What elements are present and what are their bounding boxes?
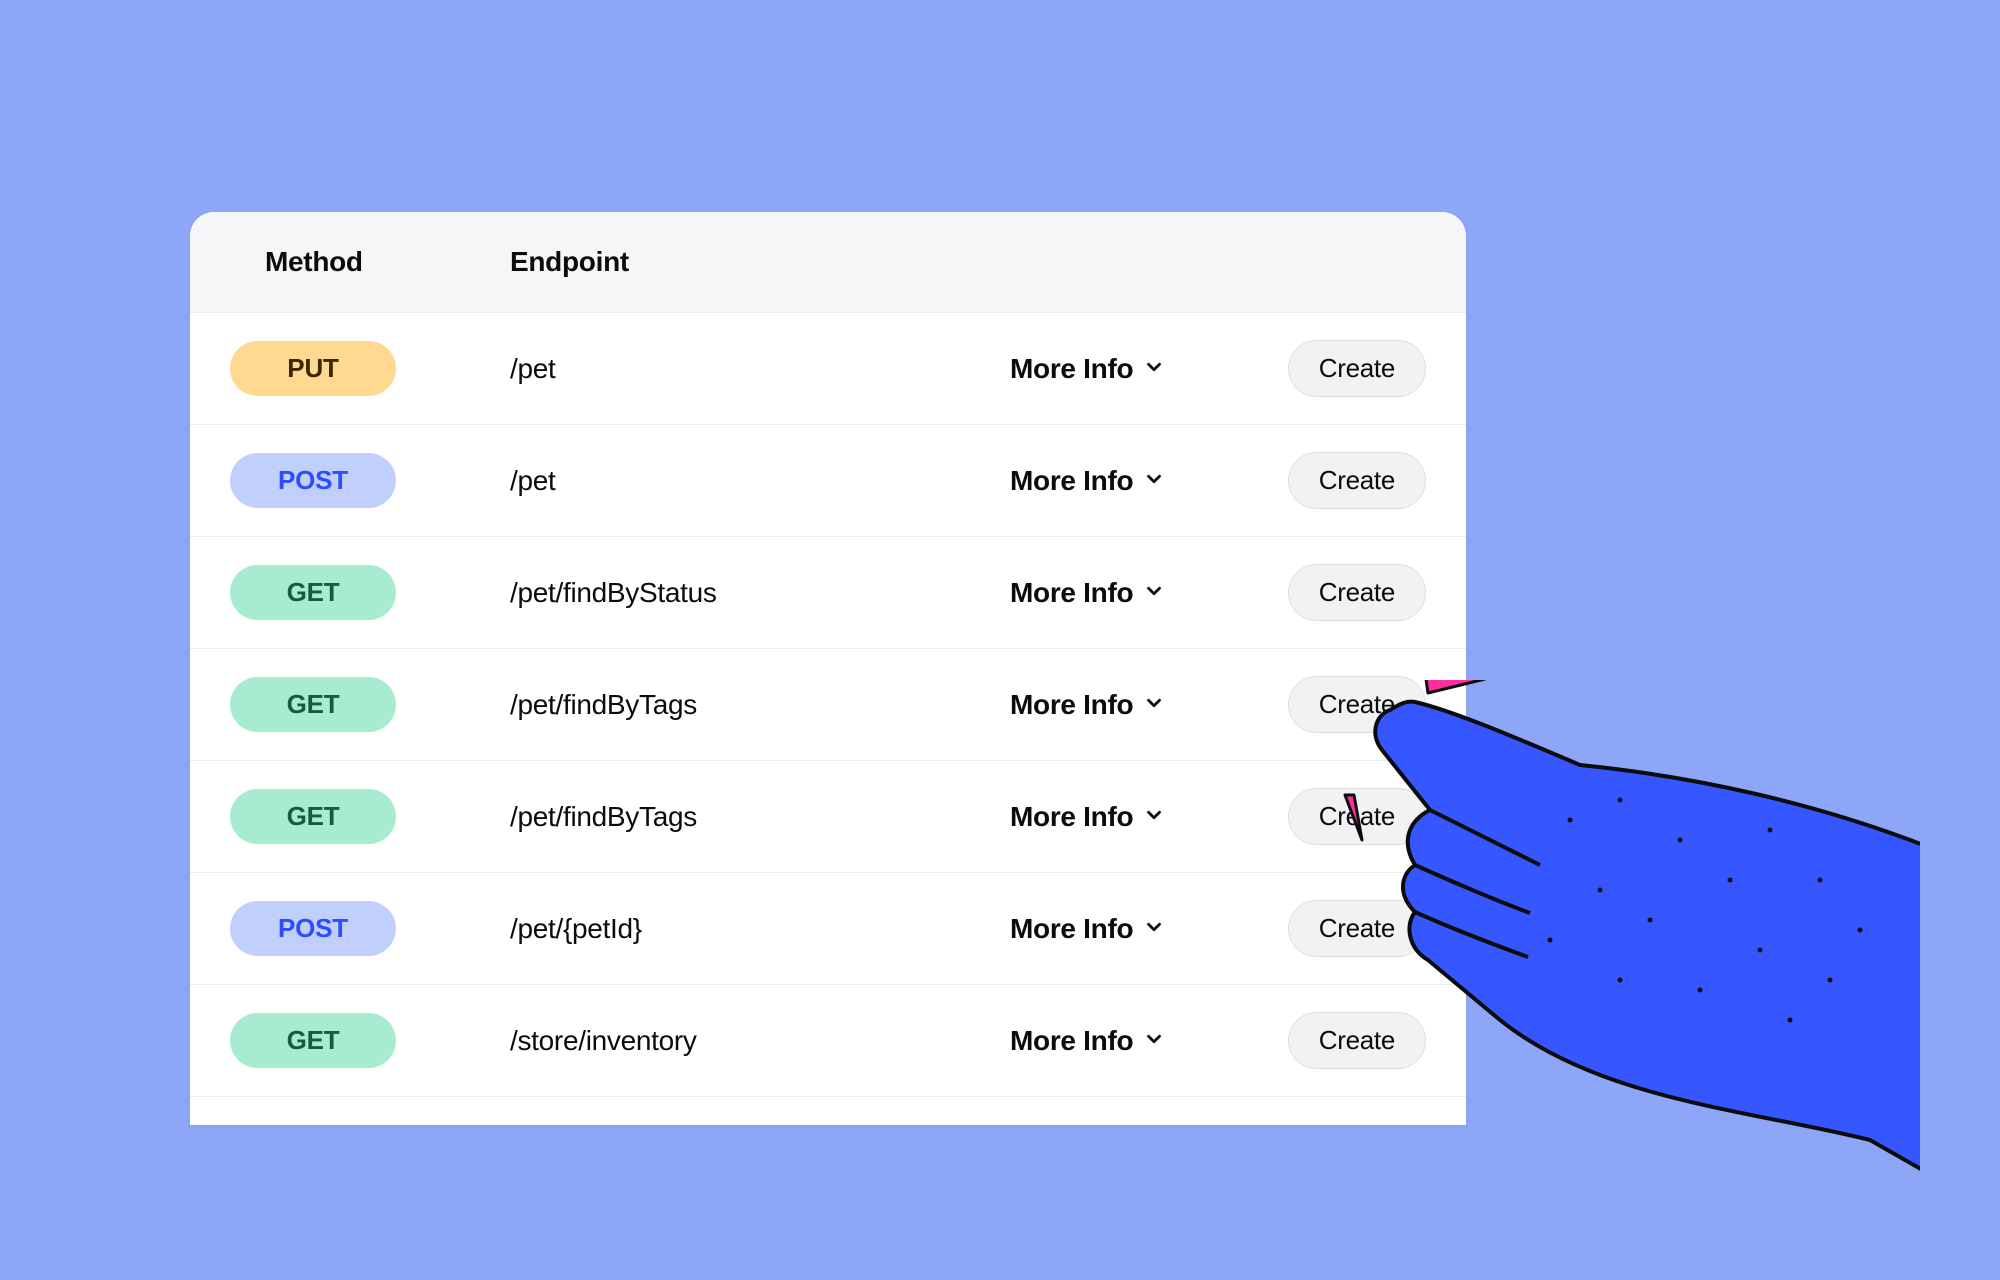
create-button[interactable]: Create [1288, 452, 1426, 509]
more-info-label: More Info [1010, 689, 1133, 721]
create-button[interactable]: Create [1288, 676, 1426, 733]
more-info-label: More Info [1010, 577, 1133, 609]
more-info-toggle[interactable]: More Info [1010, 577, 1165, 609]
more-info-label: More Info [1010, 353, 1133, 385]
method-badge: PUT [230, 341, 396, 396]
create-button[interactable]: Create [1288, 900, 1426, 957]
more-info-toggle[interactable]: More Info [1010, 1025, 1165, 1057]
more-info-toggle[interactable]: More Info [1010, 465, 1165, 497]
column-header-endpoint: Endpoint [510, 246, 1010, 278]
method-badge: GET [230, 565, 396, 620]
endpoint-path: /store/inventory [510, 1025, 1010, 1057]
create-button[interactable]: Create [1288, 564, 1426, 621]
more-info-label: More Info [1010, 913, 1133, 945]
column-header-method: Method [230, 246, 510, 278]
more-info-label: More Info [1010, 801, 1133, 833]
more-info-toggle[interactable]: More Info [1010, 801, 1165, 833]
api-endpoints-panel: Method Endpoint PUT /pet More Info Creat… [190, 212, 1466, 1125]
method-badge: POST [230, 901, 396, 956]
method-badge: POST [230, 453, 396, 508]
endpoint-path: /pet/findByTags [510, 801, 1010, 833]
more-info-toggle[interactable]: More Info [1010, 913, 1165, 945]
more-info-label: More Info [1010, 1025, 1133, 1057]
table-row: GET /pet/findByStatus More Info Create [190, 537, 1466, 649]
chevron-down-icon [1143, 577, 1165, 609]
table-row: GET /store/inventory More Info Create [190, 985, 1466, 1097]
endpoint-path: /pet/findByTags [510, 689, 1010, 721]
chevron-down-icon [1143, 465, 1165, 497]
table-row: POST /pet/{petId} More Info Create [190, 873, 1466, 985]
table-row: PUT /pet More Info Create [190, 313, 1466, 425]
method-badge: GET [230, 1013, 396, 1068]
method-badge: GET [230, 677, 396, 732]
create-button[interactable]: Create [1288, 788, 1426, 845]
table-row: GET /pet/findByTags More Info Create [190, 649, 1466, 761]
more-info-toggle[interactable]: More Info [1010, 689, 1165, 721]
table-row: POST /pet More Info Create [190, 425, 1466, 537]
endpoint-path: /pet/findByStatus [510, 577, 1010, 609]
table-row: GET /pet/findByTags More Info Create [190, 761, 1466, 873]
chevron-down-icon [1143, 689, 1165, 721]
method-badge: GET [230, 789, 396, 844]
endpoint-path: /pet/{petId} [510, 913, 1010, 945]
chevron-down-icon [1143, 913, 1165, 945]
chevron-down-icon [1143, 353, 1165, 385]
chevron-down-icon [1143, 801, 1165, 833]
table-header: Method Endpoint [190, 212, 1466, 313]
chevron-down-icon [1143, 1025, 1165, 1057]
more-info-label: More Info [1010, 465, 1133, 497]
more-info-toggle[interactable]: More Info [1010, 353, 1165, 385]
create-button[interactable]: Create [1288, 340, 1426, 397]
endpoint-path: /pet [510, 465, 1010, 497]
endpoint-path: /pet [510, 353, 1010, 385]
create-button[interactable]: Create [1288, 1012, 1426, 1069]
